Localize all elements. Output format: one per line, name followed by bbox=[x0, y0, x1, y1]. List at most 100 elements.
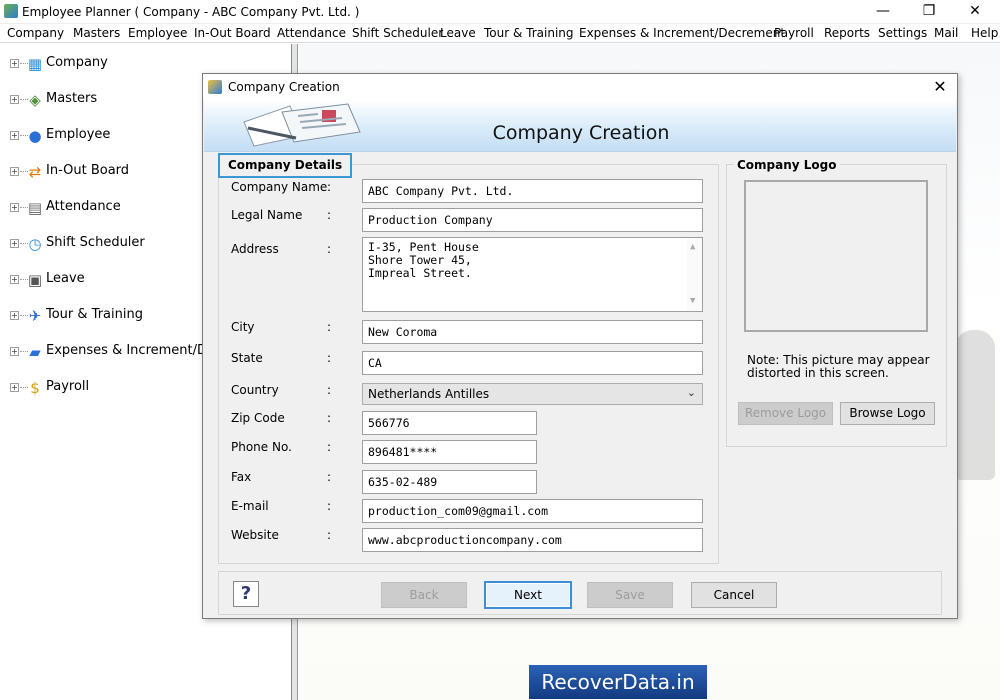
expand-icon[interactable]: + bbox=[10, 347, 19, 356]
background-silhouette bbox=[955, 330, 995, 480]
tree-item-label: Shift Scheduler bbox=[46, 235, 145, 250]
company-name-input[interactable]: ABC Company Pvt. Ltd. bbox=[362, 179, 703, 203]
legal-name-label: Legal Name bbox=[231, 208, 303, 222]
cancel-button[interactable]: Cancel bbox=[691, 582, 777, 608]
airplane-icon: ✈ bbox=[28, 307, 42, 325]
scroll-up-icon[interactable]: ▲ bbox=[690, 241, 695, 254]
back-button[interactable]: Back bbox=[381, 582, 467, 608]
menu-tour-training[interactable]: Tour & Training bbox=[484, 26, 574, 40]
menu-reports[interactable]: Reports bbox=[824, 26, 870, 40]
address-label: Address bbox=[231, 242, 279, 256]
dialog-app-icon bbox=[208, 80, 222, 94]
building-icon: ▦ bbox=[27, 55, 43, 73]
remove-logo-button[interactable]: Remove Logo bbox=[738, 402, 833, 425]
country-select[interactable]: Netherlands Antilles ⌄ bbox=[362, 383, 703, 405]
address-textarea[interactable]: I-35, Pent House Shore Tower 45, Impreal… bbox=[362, 237, 703, 312]
colon: : bbox=[327, 528, 332, 542]
colon: : bbox=[327, 499, 332, 513]
dialog-banner: Company Creation bbox=[204, 100, 956, 152]
expand-icon[interactable]: + bbox=[10, 59, 19, 68]
expand-icon[interactable]: + bbox=[10, 95, 19, 104]
dialog-heading: Company Creation bbox=[492, 122, 670, 144]
phone-input[interactable]: 896481**** bbox=[362, 440, 537, 464]
menu-employee[interactable]: Employee bbox=[128, 26, 187, 40]
people-icon: ● bbox=[28, 127, 42, 145]
company-logo-legend: Company Logo bbox=[734, 158, 840, 172]
email-input[interactable]: production_com09@gmail.com bbox=[362, 499, 703, 523]
country-select-value: Netherlands Antilles bbox=[368, 387, 490, 401]
menu-mail[interactable]: Mail bbox=[934, 26, 958, 40]
zip-code-input[interactable]: 566776 bbox=[362, 411, 537, 435]
expand-icon[interactable]: + bbox=[10, 203, 19, 212]
expand-icon[interactable]: + bbox=[10, 239, 19, 248]
tree-item-label: Company bbox=[46, 55, 108, 70]
browse-logo-button[interactable]: Browse Logo bbox=[840, 402, 935, 425]
city-label: City bbox=[231, 320, 255, 334]
expand-icon[interactable]: + bbox=[10, 275, 19, 284]
state-label: State bbox=[231, 351, 263, 365]
phone-label: Phone No. bbox=[231, 440, 292, 454]
colon: : bbox=[327, 440, 332, 454]
colon: : bbox=[327, 351, 332, 365]
menu-settings[interactable]: Settings bbox=[878, 26, 927, 40]
colon: : bbox=[327, 242, 332, 256]
expand-icon[interactable]: + bbox=[10, 131, 19, 140]
menu-shift-scheduler[interactable]: Shift Scheduler bbox=[352, 26, 443, 40]
arrows-icon: ⇄ bbox=[28, 163, 42, 181]
company-creation-dialog: Company Creation ✕ Company Creation Comp… bbox=[202, 73, 958, 619]
watermark-banner: RecoverData.in bbox=[529, 665, 707, 699]
address-line: Impreal Street. bbox=[368, 266, 472, 280]
company-details-legend: Company Details bbox=[218, 153, 353, 178]
tree-item-company[interactable]: + ▦ Company bbox=[8, 54, 290, 74]
logo-preview bbox=[744, 180, 928, 332]
colon: : bbox=[327, 470, 332, 484]
window-titlebar: Employee Planner ( Company - ABC Company… bbox=[0, 0, 1000, 24]
app-icon bbox=[4, 4, 18, 18]
website-input[interactable]: www.abcproductioncompany.com bbox=[362, 528, 703, 552]
colon: : bbox=[327, 411, 332, 425]
tree-item-label: Expenses & Increment/Decrement bbox=[46, 343, 206, 358]
country-label: Country bbox=[231, 383, 279, 397]
expand-icon[interactable]: + bbox=[10, 311, 19, 320]
tree-item-label: In-Out Board bbox=[46, 163, 130, 178]
dialog-titlebar: Company Creation ✕ bbox=[203, 74, 957, 100]
help-button[interactable]: ? bbox=[233, 581, 259, 607]
window-title: Employee Planner ( Company - ABC Company… bbox=[22, 5, 360, 19]
state-input[interactable]: CA bbox=[362, 351, 703, 375]
menu-help[interactable]: Help bbox=[971, 26, 998, 40]
colon: : bbox=[327, 208, 332, 222]
chevron-down-icon[interactable]: ⌄ bbox=[687, 386, 696, 399]
maximize-button[interactable]: ❐ bbox=[906, 0, 952, 24]
colon: : bbox=[327, 180, 332, 194]
legal-name-input[interactable]: Production Company bbox=[362, 208, 703, 232]
zip-code-label: Zip Code bbox=[231, 411, 285, 425]
menu-bar: Company Masters Employee In-Out Board At… bbox=[0, 24, 1000, 43]
dialog-close-button[interactable]: ✕ bbox=[925, 75, 955, 99]
address-scrollbar[interactable]: ▲ ▼ bbox=[687, 238, 702, 311]
dialog-button-bar bbox=[218, 571, 942, 615]
dialog-title: Company Creation bbox=[228, 80, 340, 94]
next-button[interactable]: Next bbox=[484, 581, 572, 609]
colon: : bbox=[327, 320, 332, 334]
menu-company[interactable]: Company bbox=[7, 26, 64, 40]
menu-payroll[interactable]: Payroll bbox=[774, 26, 814, 40]
website-label: Website bbox=[231, 528, 279, 542]
menu-expenses[interactable]: Expenses & Increment/Decrement bbox=[579, 26, 785, 40]
minimize-button[interactable]: — bbox=[860, 0, 906, 24]
tree-item-label: Masters bbox=[46, 91, 98, 106]
fax-label: Fax bbox=[231, 470, 252, 484]
city-input[interactable]: New Coroma bbox=[362, 320, 703, 344]
menu-attendance[interactable]: Attendance bbox=[277, 26, 346, 40]
calendar-17-icon: ▣ bbox=[27, 271, 43, 289]
menu-leave[interactable]: Leave bbox=[440, 26, 476, 40]
tree-item-label: Attendance bbox=[46, 199, 121, 214]
expand-icon[interactable]: + bbox=[10, 383, 19, 392]
scroll-down-icon[interactable]: ▼ bbox=[690, 295, 695, 308]
menu-in-out-board[interactable]: In-Out Board bbox=[194, 26, 271, 40]
company-name-label: Company Name bbox=[231, 180, 328, 194]
expand-icon[interactable]: + bbox=[10, 167, 19, 176]
save-button[interactable]: Save bbox=[587, 582, 673, 608]
menu-masters[interactable]: Masters bbox=[73, 26, 120, 40]
close-window-button[interactable]: ✕ bbox=[952, 0, 998, 24]
fax-input[interactable]: 635-02-489 bbox=[362, 470, 537, 494]
